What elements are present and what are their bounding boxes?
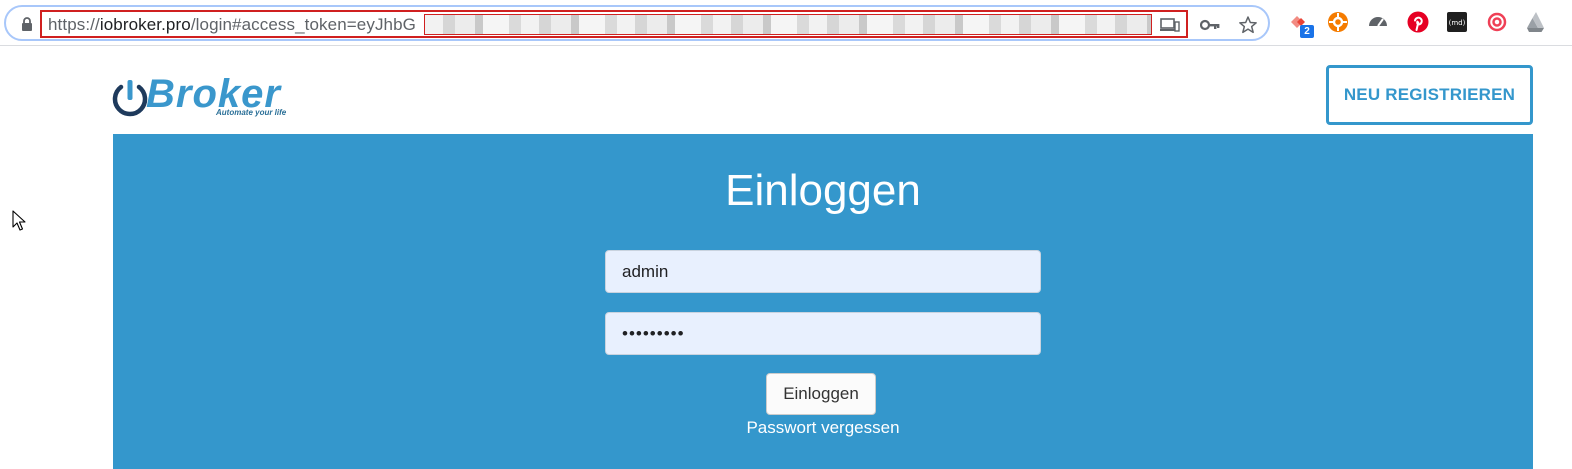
gear-icon[interactable] [1327,11,1349,33]
key-icon[interactable] [1200,15,1220,35]
url-highlight-box: https://iobroker.pro/login#access_token=… [40,10,1188,38]
logo-tagline: Automate your life [216,108,287,117]
md-icon[interactable]: (md) [1446,11,1468,33]
browser-toolbar: https://iobroker.pro/login#access_token=… [0,0,1572,46]
login-panel: Einloggen admin ••••••••• Einloggen Pass… [113,134,1533,469]
register-button[interactable]: NEU REGISTRIEREN [1326,65,1533,125]
lock-icon[interactable] [20,17,34,31]
power-logo-icon [112,80,148,117]
extension-badge: 2 [1300,25,1314,38]
url-text[interactable]: https://iobroker.pro/login#access_token=… [48,15,416,35]
extension-diamond-icon[interactable]: 2 [1288,11,1314,38]
login-button[interactable]: Einloggen [766,373,876,415]
star-icon[interactable] [1238,15,1258,35]
cursor-icon [12,210,26,231]
address-bar[interactable]: https://iobroker.pro/login#access_token=… [4,5,1270,41]
pinterest-icon[interactable] [1407,11,1429,33]
iobroker-logo[interactable]: Broker Automate your life [110,72,310,120]
password-input[interactable]: ••••••••• [605,312,1041,355]
forgot-password-link[interactable]: Passwort vergessen [113,418,1533,438]
svg-text:(md): (md) [1449,19,1466,27]
speedometer-icon[interactable] [1367,11,1389,33]
pocket-icon[interactable] [1486,11,1508,33]
devices-icon[interactable] [1160,15,1180,35]
page-title: Einloggen [725,166,921,215]
username-input[interactable]: admin [605,250,1041,293]
redacted-token [424,14,1152,35]
drive-icon[interactable] [1525,11,1547,33]
